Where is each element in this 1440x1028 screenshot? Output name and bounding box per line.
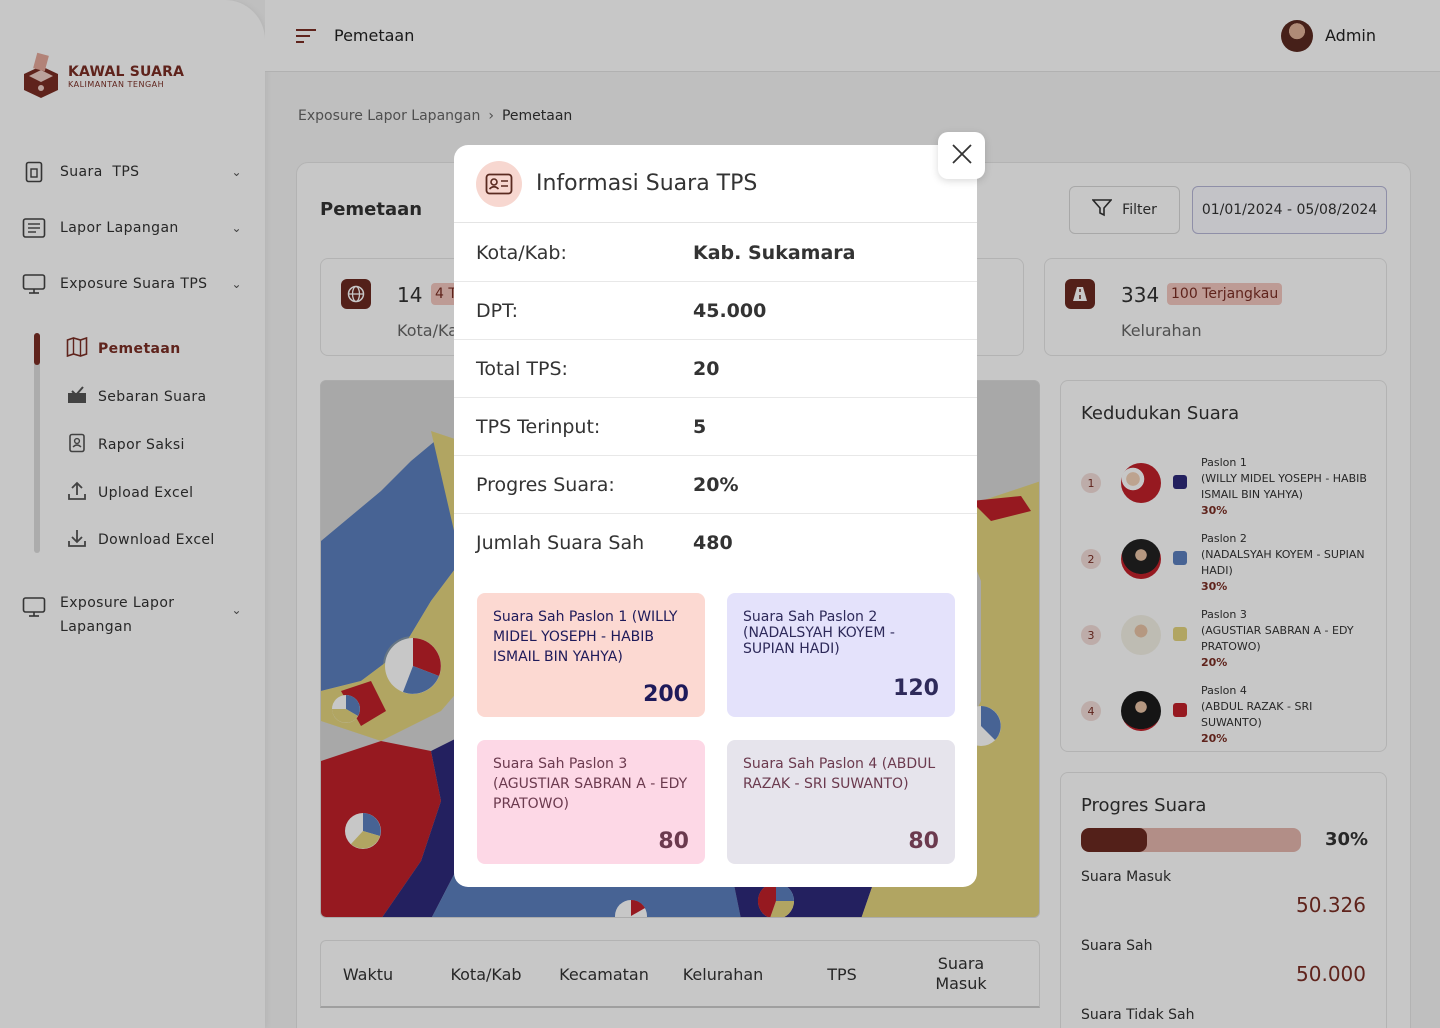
- vote-card-title: Suara Sah Paslon 2 (NADALSYAH KOYEM - SU…: [743, 609, 895, 657]
- info-value: Kab. Sukamara: [693, 242, 856, 264]
- info-row: Jumlah Suara Sah 480: [454, 514, 977, 572]
- info-label: TPS Terinput:: [476, 416, 601, 438]
- info-label: Total TPS:: [476, 358, 568, 380]
- close-button[interactable]: [938, 132, 985, 179]
- vote-card-value: 80: [658, 829, 689, 854]
- vote-card-paslon-4: Suara Sah Paslon 4 (ABDUL RAZAK - SRI SU…: [727, 740, 955, 864]
- info-row: Progres Suara: 20%: [454, 456, 977, 514]
- info-label: Jumlah Suara Sah: [476, 532, 645, 554]
- vote-card-title: Suara Sah Paslon 1 (WILLY MIDEL YOSEPH -…: [493, 609, 678, 665]
- vote-card-title: Suara Sah Paslon 4 (ABDUL RAZAK - SRI SU…: [743, 756, 936, 792]
- info-label: Kota/Kab:: [476, 242, 567, 264]
- info-row: Kota/Kab: Kab. Sukamara: [454, 224, 977, 282]
- info-value: 45.000: [693, 300, 767, 322]
- vote-card-value: 80: [908, 829, 939, 854]
- info-value: 5: [693, 416, 707, 438]
- info-row: DPT: 45.000: [454, 282, 977, 340]
- id-card-icon: [476, 161, 522, 207]
- vote-card-paslon-1: Suara Sah Paslon 1 (WILLY MIDEL YOSEPH -…: [477, 593, 705, 717]
- info-value: 20: [693, 358, 720, 380]
- vote-card-paslon-2: Suara Sah Paslon 2 (NADALSYAH KOYEM - SU…: [727, 593, 955, 717]
- vote-card-value: 120: [893, 676, 939, 701]
- close-icon: [951, 143, 973, 169]
- modal-header: Informasi Suara TPS: [454, 145, 977, 223]
- modal-title: Informasi Suara TPS: [536, 171, 758, 196]
- info-modal: Informasi Suara TPS Kota/Kab: Kab. Sukam…: [454, 145, 977, 887]
- info-label: DPT:: [476, 300, 519, 322]
- vote-card-value: 200: [643, 682, 689, 707]
- info-row: Total TPS: 20: [454, 340, 977, 398]
- vote-card-title: Suara Sah Paslon 3 (AGUSTIAR SABRAN A - …: [493, 756, 688, 812]
- info-label: Progres Suara:: [476, 474, 615, 496]
- info-row: TPS Terinput: 5: [454, 398, 977, 456]
- info-value: 20%: [693, 474, 739, 496]
- info-value: 480: [693, 532, 733, 554]
- vote-card-paslon-3: Suara Sah Paslon 3 (AGUSTIAR SABRAN A - …: [477, 740, 705, 864]
